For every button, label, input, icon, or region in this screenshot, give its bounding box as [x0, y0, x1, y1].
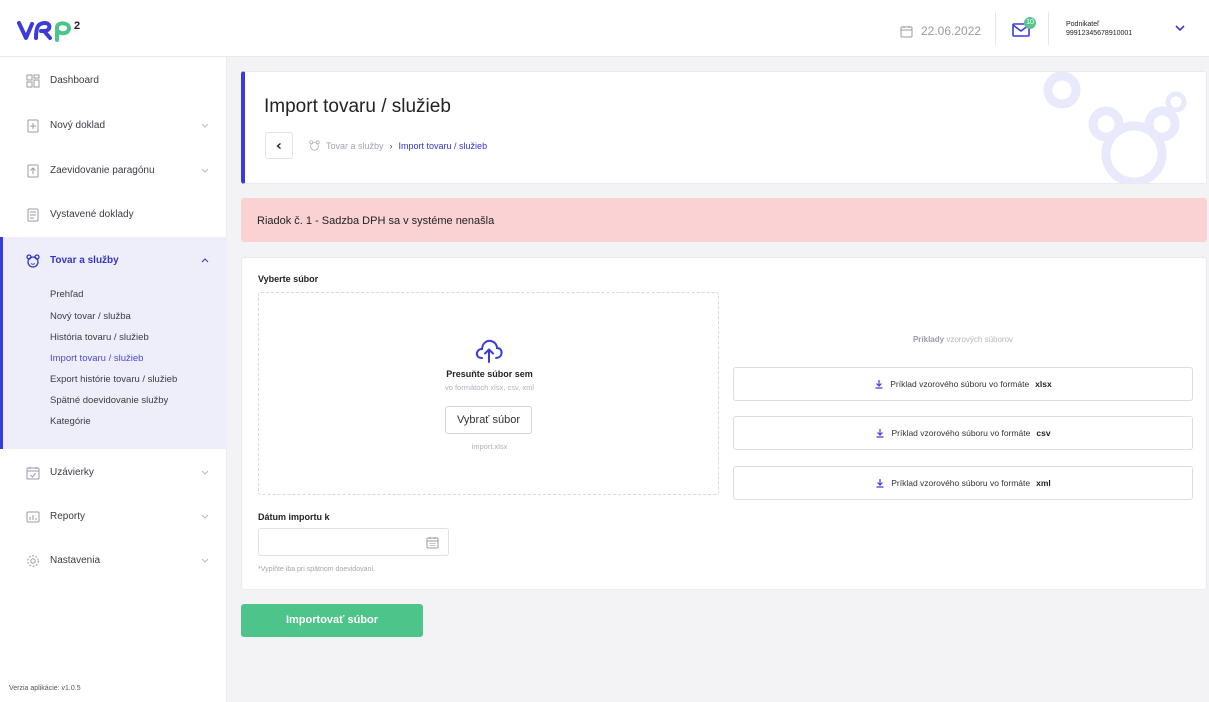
download-icon: [875, 380, 883, 389]
chevron-down-icon: [201, 558, 209, 563]
sidebar-item-label: Nový doklad: [50, 120, 106, 131]
issued-documents-icon: [27, 208, 39, 222]
sidebar-item-label: Zaevidovanie paragónu: [50, 165, 155, 176]
select-file-label: Vyberte súbor: [258, 274, 319, 284]
sample-format: xml: [1036, 478, 1051, 488]
sample-files-title-bold: Príklady: [912, 335, 945, 344]
import-file-button[interactable]: Importovať súbor: [241, 604, 423, 637]
choose-file-button[interactable]: Vybrať súbor: [445, 406, 532, 434]
sidebar-item-closings[interactable]: Uzávierky: [0, 462, 227, 484]
sample-xml-button[interactable]: Príklad vzorového súboru vo formáte xml: [733, 466, 1193, 500]
user-role: Podnikateľ: [1066, 21, 1100, 28]
download-icon: [876, 429, 884, 438]
sample-files-title: Príklady vzorových súborov: [733, 335, 1193, 344]
receipt-upload-icon: [27, 164, 39, 178]
report-icon: [26, 511, 40, 523]
sample-files-title-rest: vzorových súborov: [946, 335, 1014, 344]
back-button[interactable]: [265, 132, 293, 159]
user-menu[interactable]: Podnikateľ 99912345678910001: [1066, 20, 1132, 38]
sample-button-text: Príklad vzorového súboru vo formáte: [891, 478, 1031, 488]
mail-count-badge: 10: [1024, 17, 1036, 29]
app-version: Verzia aplikácie: v1.0.5: [9, 685, 81, 692]
submenu-item-import[interactable]: Import tovaru / služieb: [50, 353, 143, 364]
submenu-item-export-history[interactable]: Export histórie tovaru / služieb: [50, 374, 177, 385]
dropzone-title: Presuňte súbor sem: [446, 369, 533, 379]
dashboard-icon: [26, 74, 40, 88]
sample-csv-button[interactable]: Príklad vzorového súboru vo formáte csv: [733, 416, 1193, 450]
submenu-item-history[interactable]: História tovaru / služieb: [50, 332, 149, 343]
settings-icon: [27, 555, 39, 567]
file-dropzone[interactable]: Presuňte súbor sem vo formátoch xlsx, cs…: [258, 292, 719, 495]
submenu-item-new-goods[interactable]: Nový tovar / služba: [50, 311, 131, 322]
cloud-upload-icon: [475, 339, 503, 363]
chevron-left-icon: [276, 142, 281, 149]
submenu-item-categories[interactable]: Kategórie: [50, 416, 91, 427]
calendar-icon: [900, 25, 913, 37]
svg-text:2: 2: [74, 20, 80, 32]
import-date-label: Dátum importu k: [258, 512, 330, 522]
page-title: Import tovaru / služieb: [264, 96, 451, 117]
selected-file-name: import.xlsx: [471, 442, 508, 451]
sidebar-item-goods-services[interactable]: Tovar a služby: [0, 250, 227, 272]
import-form: Vyberte súbor Presuňte súbor sem vo form…: [241, 257, 1207, 590]
sidebar-item-label: Uzávierky: [50, 467, 94, 478]
sidebar-item-settings[interactable]: Nastavenia: [0, 550, 227, 572]
submenu-item-overview[interactable]: Prehľad: [50, 289, 83, 300]
page-header: Import tovaru / služieb Tovar a služby ›…: [241, 71, 1207, 184]
chevron-down-icon: [201, 470, 209, 475]
breadcrumb-current: Import tovaru / služieb: [398, 140, 488, 151]
divider: [1048, 12, 1049, 45]
bear-icon: [26, 254, 40, 268]
submenu-item-retro-registration[interactable]: Spätné doevidovanie služby: [50, 395, 168, 406]
calendar-icon[interactable]: [426, 536, 439, 549]
breadcrumb-parent[interactable]: Tovar a služby: [326, 141, 384, 151]
bear-icon: [309, 140, 320, 151]
divider: [995, 12, 996, 45]
user-id: 99912345678910001: [1066, 30, 1133, 37]
date-text: 22.06.2022: [921, 24, 982, 38]
error-alert: Riadok č. 1 - Sadzba DPH sa v systéme ne…: [241, 198, 1207, 242]
sidebar-item-label: Vystavené doklady: [50, 209, 134, 220]
import-date-hint: *Vyplňte iba pri spätnom doevidovaní.: [258, 566, 376, 573]
sidebar-item-new-document[interactable]: Nový doklad: [0, 115, 227, 137]
chevron-down-icon: [201, 168, 209, 173]
sidebar-item-reports[interactable]: Reporty: [0, 506, 227, 528]
chevron-up-icon: [201, 258, 209, 263]
sidebar-item-label: Dashboard: [50, 75, 99, 86]
download-icon: [876, 479, 884, 488]
sample-format: xlsx: [1035, 379, 1052, 389]
chevron-down-icon[interactable]: [1175, 25, 1185, 32]
dropzone-formats: vo formátoch xlsx, csv, xml: [444, 383, 535, 392]
sidebar-item-label: Reporty: [50, 511, 86, 522]
sidebar-item-label: Tovar a služby: [50, 255, 119, 266]
sidebar: Dashboard Nový doklad Zaevidovanie parag…: [0, 57, 227, 702]
bear-decoration-icon: [1043, 72, 1187, 183]
sample-button-text: Príklad vzorového súboru vo formáte: [891, 428, 1031, 438]
sidebar-item-receipt[interactable]: Zaevidovanie paragónu: [0, 160, 227, 182]
sidebar-item-label: Nastavenia: [50, 555, 101, 566]
breadcrumb: Tovar a služby › Import tovaru / služieb: [309, 140, 487, 151]
chevron-down-icon: [201, 123, 209, 128]
chevron-down-icon: [201, 514, 209, 519]
sidebar-item-issued-documents[interactable]: Vystavené doklady: [0, 204, 227, 226]
breadcrumb-separator: ›: [389, 140, 393, 151]
sidebar-item-dashboard[interactable]: Dashboard: [0, 70, 227, 92]
import-date-input[interactable]: [258, 528, 449, 556]
top-bar: 2 22.06.2022 10 Podnikateľ 9991234567891…: [0, 0, 1209, 57]
sample-xlsx-button[interactable]: Príklad vzorového súboru vo formáte xlsx: [733, 367, 1193, 401]
current-date: 22.06.2022: [900, 24, 981, 38]
calendar-check-icon: [26, 467, 40, 480]
sample-format: csv: [1036, 428, 1051, 438]
vrp-logo[interactable]: 2: [17, 18, 97, 42]
sample-button-text: Príklad vzorového súboru vo formáte: [890, 379, 1030, 389]
new-document-icon: [27, 119, 39, 133]
